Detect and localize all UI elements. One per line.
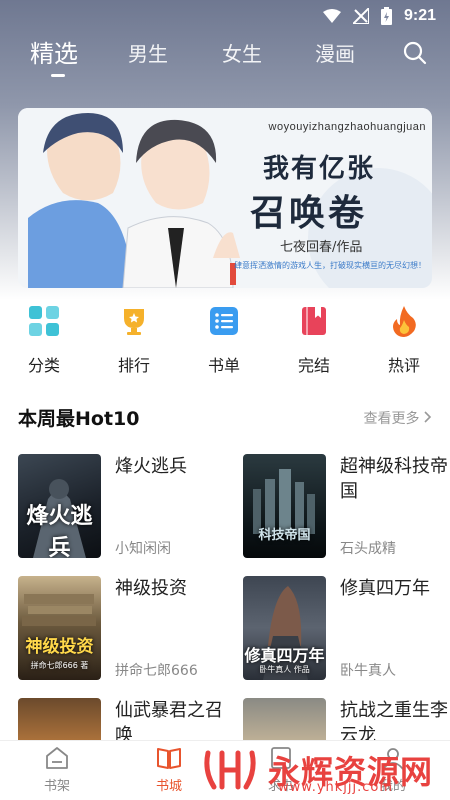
cover-title: 神级投资	[25, 637, 94, 657]
nav-label: 书城	[155, 779, 182, 794]
book-cover: 烽火逃兵	[18, 454, 101, 558]
section-title: 本周最Hot10	[18, 408, 140, 430]
see-more-label: 查看更多	[363, 411, 420, 427]
list-icon	[207, 304, 241, 338]
search-icon[interactable]	[402, 40, 428, 66]
wifi-icon	[322, 9, 341, 23]
category-completed[interactable]: 完结	[284, 304, 344, 376]
tab-comics[interactable]: 漫画	[315, 38, 355, 67]
top-nav: 精选 男生 女生 漫画	[0, 32, 450, 78]
category-label: 热评	[387, 356, 420, 375]
book-item[interactable]: 烽火逃兵 烽火逃兵 小知闲闲	[18, 454, 218, 560]
book-title: 超神级科技帝国	[340, 456, 448, 502]
book-author: 卧牛真人	[340, 663, 396, 679]
signal-icon	[352, 8, 369, 24]
category-label: 分类	[27, 356, 60, 375]
watermark: 永辉资源网 www.yhkjjj.com	[200, 740, 433, 800]
book-item[interactable]: 修真四万年 卧牛真人 作品 修真四万年 卧牛真人	[243, 576, 443, 682]
battery-icon	[380, 7, 392, 25]
trophy-icon	[117, 304, 151, 338]
bookshelf-icon	[44, 745, 70, 771]
book-cover: 神级投资 拼命七郎666 著	[18, 576, 101, 680]
book-title: 烽火逃兵	[115, 456, 187, 477]
banner-author: 七夜回春/作品	[280, 240, 363, 255]
tab-male[interactable]: 男生	[128, 38, 168, 67]
book-author: 石头成精	[340, 541, 396, 557]
tab-featured[interactable]: 精选	[30, 34, 78, 69]
watermark-url: www.yhkjjj.com	[278, 780, 394, 795]
category-shortcuts: 分类 排行 书单 完结 热评	[0, 304, 450, 376]
category-classify[interactable]: 分类	[14, 304, 74, 376]
grid-icon	[27, 304, 61, 338]
category-ranking[interactable]: 排行	[104, 304, 164, 376]
book-title: 神级投资	[115, 578, 187, 599]
promo-banner[interactable]: woyouyizhangzhaohuangjuan 我有亿张 召唤卷 七夜回春/…	[18, 108, 432, 288]
watermark-logo	[204, 750, 256, 790]
book-item[interactable]: 科技帝国 超神级科技帝国 石头成精	[243, 454, 448, 560]
book-cover: 科技帝国	[243, 454, 326, 558]
open-book-icon	[156, 745, 182, 771]
category-label: 书单	[207, 356, 240, 375]
nav-bookstore[interactable]: 书城	[139, 745, 199, 794]
banner-title-line2: 召唤卷	[250, 193, 368, 234]
category-label: 排行	[117, 356, 150, 375]
nav-label: 书架	[43, 779, 70, 794]
see-more-link[interactable]: 查看更多	[364, 408, 432, 428]
book-icon	[297, 304, 331, 338]
book-cover: 修真四万年 卧牛真人 作品	[243, 576, 326, 680]
cover-author: 拼命七郎666 著	[30, 661, 89, 670]
banner-url-text: woyouyizhangzhaohuangjuan	[268, 121, 426, 133]
active-tab-indicator	[51, 74, 65, 77]
book-author: 小知闲闲	[115, 541, 171, 557]
category-label: 完结	[297, 356, 330, 375]
cover-title: 科技帝国	[258, 528, 311, 543]
cover-title: 烽火逃兵	[26, 504, 93, 558]
book-author: 拼命七郎666	[115, 663, 198, 679]
book-item[interactable]: 神级投资 拼命七郎666 著 神级投资 拼命七郎666	[18, 576, 218, 682]
banner-title-line1: 我有亿张	[263, 154, 376, 184]
cover-title: 修真四万年	[244, 646, 325, 665]
chevron-right-icon	[424, 411, 432, 427]
status-bar: 9:21	[0, 0, 450, 32]
flame-icon	[387, 304, 421, 338]
clock-time: 9:21	[403, 7, 436, 24]
book-title: 修真四万年	[340, 578, 430, 599]
nav-bookshelf[interactable]: 书架	[27, 745, 87, 794]
banner-slogan: 肆意挥洒激情的游戏人生，打破现实横亘的无尽幻想！	[234, 261, 426, 270]
category-hot-reviews[interactable]: 热评	[374, 304, 434, 376]
category-booklist[interactable]: 书单	[194, 304, 254, 376]
cover-author: 卧牛真人 作品	[259, 665, 310, 674]
tab-female[interactable]: 女生	[222, 38, 262, 67]
